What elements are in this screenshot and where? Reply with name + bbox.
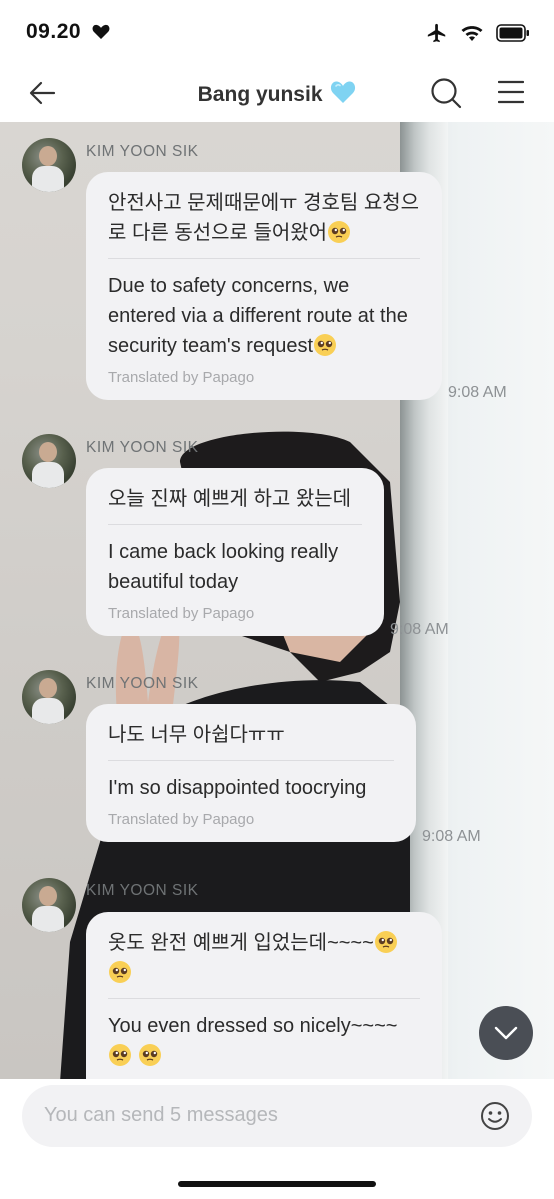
separator xyxy=(108,258,420,259)
status-time: 09.20 xyxy=(26,20,82,43)
translated-by-label: Translated by Papago xyxy=(108,605,255,622)
battery-icon xyxy=(496,24,529,42)
original-text: 안전사고 문제때문에ㅠ 경호팀 요청으로 다른 동선으로 들어왔어 xyxy=(108,192,420,244)
separator xyxy=(108,998,420,999)
chat-area[interactable]: KIM YOON SIK 안전사고 문제때문에ㅠ 경호팀 요청으로 다른 동선으… xyxy=(0,122,554,1079)
chat-title-text: Bang yunsik xyxy=(197,83,323,106)
pleading-face-emoji-icon xyxy=(374,931,397,953)
message-input-placeholder: You can send 5 messages xyxy=(44,1104,278,1126)
sender-name: KIM YOON SIK xyxy=(86,439,199,456)
sender-name: KIM YOON SIK xyxy=(86,882,199,899)
pleading-face-emoji-icon xyxy=(138,1044,161,1066)
home-indicator xyxy=(178,1181,376,1187)
translated-by-label: Translated by Papago xyxy=(108,369,255,386)
avatar[interactable] xyxy=(22,138,76,192)
message-time: 9:08 AM xyxy=(422,828,481,845)
translated-text: You even dressed so nicely~~~~ xyxy=(108,1011,420,1071)
sender-name: KIM YOON SIK xyxy=(86,675,199,692)
chevron-down-icon xyxy=(494,1026,518,1040)
pleading-face-emoji-icon xyxy=(109,1044,131,1066)
chat-header: Bang yunsik xyxy=(0,64,554,122)
pleading-face-emoji-icon xyxy=(109,961,131,983)
status-bar: 09.20 xyxy=(0,0,554,64)
blue-heart-icon xyxy=(331,81,356,103)
original-text: 옷도 완전 예쁘게 입었는데~~~~ xyxy=(108,928,420,988)
separator xyxy=(108,524,362,525)
avatar[interactable] xyxy=(22,670,76,724)
separator xyxy=(108,760,394,761)
message-bubble[interactable]: 오늘 진짜 예쁘게 하고 왔는데 I came back looking rea… xyxy=(86,468,384,636)
message-bubble[interactable]: 나도 너무 아쉽다ㅠㅠ I'm so disappointed toocryin… xyxy=(86,704,416,842)
airplane-icon xyxy=(427,23,446,43)
translated-text: Due to safety concerns, we entered via a… xyxy=(108,275,408,357)
search-icon[interactable] xyxy=(430,77,462,109)
translated-text: I came back looking really beautiful tod… xyxy=(108,541,339,593)
avatar[interactable] xyxy=(22,434,76,488)
message-bubble[interactable]: 안전사고 문제때문에ㅠ 경호팀 요청으로 다른 동선으로 들어왔어 Due to… xyxy=(86,172,442,400)
pleading-face-emoji-icon xyxy=(314,334,337,356)
message-time: 9:08 AM xyxy=(448,384,507,401)
translated-by-label: Translated by Papago xyxy=(108,811,255,828)
hamburger-menu-icon[interactable] xyxy=(498,80,524,104)
message-time: 9:08 AM xyxy=(390,621,449,638)
status-icons xyxy=(426,22,530,44)
chat-title: Bang yunsik xyxy=(0,80,554,107)
message-bubble[interactable]: 옷도 완전 예쁘게 입었는데~~~~ You even dressed so n… xyxy=(86,912,442,1079)
translated-text: I'm so disappointed toocrying xyxy=(108,777,367,799)
scroll-to-bottom-button[interactable] xyxy=(479,1006,533,1060)
heart-icon xyxy=(92,24,110,39)
wifi-icon xyxy=(461,26,483,41)
avatar[interactable] xyxy=(22,878,76,932)
original-text: 나도 너무 아쉽다ㅠㅠ xyxy=(108,724,285,746)
pleading-face-emoji-icon xyxy=(328,221,351,243)
smiley-icon[interactable] xyxy=(480,1101,510,1131)
original-text: 오늘 진짜 예쁘게 하고 왔는데 xyxy=(108,488,352,510)
message-input[interactable]: You can send 5 messages xyxy=(22,1085,532,1147)
sender-name: KIM YOON SIK xyxy=(86,143,199,160)
